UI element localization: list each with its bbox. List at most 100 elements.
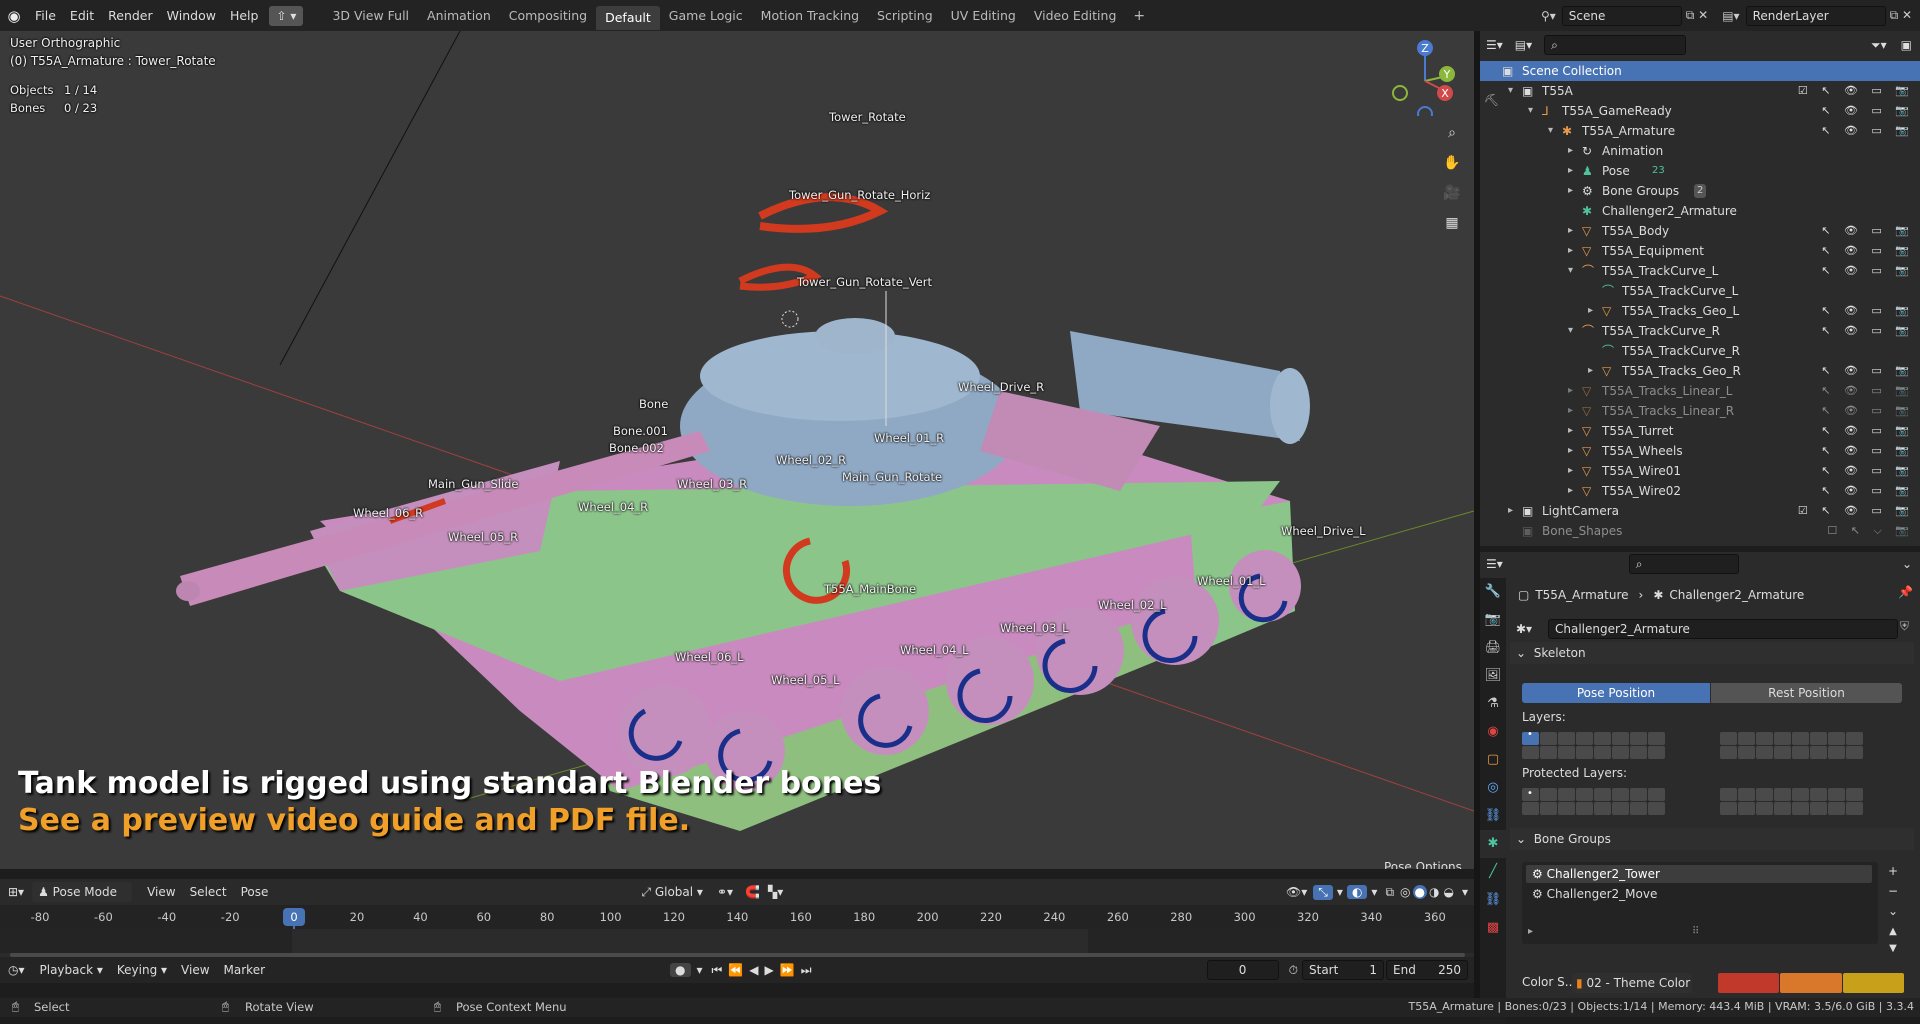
layer-cell[interactable] [1558, 802, 1575, 815]
armature-data-tab-icon[interactable]: ✱ [1480, 830, 1506, 858]
menu-file[interactable]: File [28, 0, 63, 31]
scene-icon[interactable]: ⚲▾ [1541, 9, 1556, 23]
gizmo-toggle-icon[interactable]: ⤡ [1313, 884, 1333, 900]
add-bone-group-button[interactable]: + [1884, 862, 1902, 880]
bone-label[interactable]: Bone.002 [609, 441, 664, 455]
fake-user-icon[interactable]: ⛨ [1900, 619, 1909, 634]
color-swatch[interactable] [1842, 973, 1904, 993]
texture-tab-icon[interactable]: ▩ [1480, 914, 1506, 942]
layer-cell[interactable] [1576, 732, 1593, 745]
layer-cell[interactable] [1522, 802, 1539, 815]
layer-cell[interactable]: • [1522, 729, 1539, 745]
new-view-layer-icon[interactable]: ⧉ ✕ [1890, 8, 1912, 23]
bone-label[interactable]: Wheel_02_L [1098, 598, 1167, 612]
bone-label[interactable]: Wheel_03_R [677, 477, 747, 491]
outliner-row[interactable]: ▸ ▽ T55A_Wire01 ↖ 👁 ▭ 📷 [1480, 461, 1920, 481]
visibility-toggles[interactable]: ↖ 👁 ▭ 📷 [1821, 321, 1914, 341]
bone-label[interactable]: Main_Gun_Slide [428, 477, 519, 491]
bone-label[interactable]: Wheel_03_L [1000, 621, 1069, 635]
menu-view[interactable]: View [140, 881, 182, 903]
skeleton-panel-header[interactable]: ⌄ Skeleton [1510, 642, 1914, 664]
bone-label[interactable]: Wheel_05_L [771, 673, 840, 687]
layer-cell[interactable] [1828, 802, 1845, 815]
outliner-row[interactable]: ▾ ⌒ T55A_TrackCurve_L ↖ 👁 ▭ 📷 [1480, 261, 1920, 281]
layer-cell[interactable] [1720, 802, 1737, 815]
visibility-toggles[interactable]: ↖ 👁 ▭ 📷 [1821, 441, 1914, 461]
layer-cell[interactable] [1594, 788, 1611, 801]
snap-target-icon[interactable]: ▚▾ [764, 885, 787, 899]
layer-cell[interactable] [1612, 732, 1629, 745]
outliner-row[interactable]: ▸ ▽ T55A_Tracks_Geo_L ↖ 👁 ▭ 📷 [1480, 301, 1920, 321]
collapsed-arrow-icon[interactable]: ▸ [1568, 381, 1573, 401]
current-frame-field[interactable]: 0 [1206, 960, 1279, 980]
layer-cell[interactable] [1540, 802, 1557, 815]
visibility-toggles[interactable]: ☑ ↖ 👁 ▭ 📷 [1798, 81, 1914, 101]
bone-label[interactable]: Wheel_Drive_L [1281, 524, 1366, 538]
shading-rendered-icon[interactable]: ◒ [1441, 885, 1455, 899]
scene-tab-icon[interactable]: ⚗ [1480, 690, 1506, 718]
layer-cell[interactable] [1738, 802, 1755, 815]
move-down-button[interactable]: ▼ [1884, 942, 1902, 956]
snap-icon[interactable]: 🧲 [741, 885, 764, 899]
view-layer-field[interactable]: RenderLayer [1745, 5, 1886, 26]
outliner-row[interactable]: ▸ ▣ LightCamera ☑ ↖ 👁 ▭ 📷 [1480, 501, 1920, 521]
mode-dropdown[interactable]: ♟ Pose Mode ▾ [32, 882, 133, 919]
collapsed-arrow-icon[interactable]: ▸ [1568, 401, 1573, 421]
layer-cell[interactable] [1648, 802, 1665, 815]
world-tab-icon[interactable]: ◉ [1480, 718, 1506, 746]
bone-group-specials-button[interactable]: ⌄ [1884, 902, 1902, 920]
start-frame-field[interactable]: Start 1 [1302, 960, 1384, 980]
list-resize-handle[interactable]: ⠿ [1692, 926, 1699, 937]
pose-options-button[interactable]: Pose Options ▾ [1380, 857, 1474, 869]
layers-grid-left[interactable]: • [1522, 729, 1665, 759]
bone-tab-icon[interactable]: ╱ [1480, 858, 1506, 886]
tab-default[interactable]: Default [596, 5, 660, 30]
outliner-row[interactable]: ▸ ▽ T55A_Body ↖ 👁 ▭ 📷 [1480, 221, 1920, 241]
bone-label[interactable]: Wheel_05_R [448, 530, 518, 544]
tab-video-editing[interactable]: Video Editing [1025, 0, 1126, 31]
collapsed-arrow-icon[interactable]: ▸ [1568, 221, 1573, 241]
layer-cell[interactable] [1738, 746, 1755, 759]
visibility-toggles[interactable]: ↖ 👁 ▭ 📷 [1821, 261, 1914, 281]
layer-cell[interactable] [1648, 746, 1665, 759]
layer-cell[interactable] [1720, 732, 1737, 745]
xray-icon[interactable]: ⧉ [1381, 885, 1398, 900]
layer-cell[interactable] [1810, 732, 1827, 745]
layer-cell[interactable] [1846, 802, 1863, 815]
timeline[interactable]: -80 -60 -40 -20 0 20 40 60 80 100 120 140 160 180 200 2… [0, 905, 1474, 983]
layer-cell[interactable] [1792, 732, 1809, 745]
layer-cell[interactable] [1630, 746, 1647, 759]
layer-cell[interactable] [1630, 732, 1647, 745]
pose-position-button[interactable]: Pose Position [1522, 683, 1710, 703]
visibility-toggles[interactable]: ↖ 👁 ▭ 📷 [1821, 301, 1914, 321]
visibility-toggles[interactable]: ↖ 👁 ▭ 📷 [1821, 461, 1914, 481]
outliner-row[interactable]: ▾ ✱ T55A_Armature ↖ 👁 ▭ 📷 [1480, 121, 1920, 141]
scene-name-field[interactable]: Scene [1561, 5, 1682, 26]
collapsed-arrow-icon[interactable]: ▸ [1568, 161, 1573, 181]
layer-cell[interactable] [1594, 802, 1611, 815]
visibility-toggles[interactable]: ↖ 👁 ▭ 📷 [1821, 401, 1914, 421]
visibility-toggles[interactable]: ☐ ↖ ⌵ 📷 [1827, 521, 1914, 541]
physics-tab-icon[interactable]: ◎ [1480, 774, 1506, 802]
layer-cell[interactable] [1612, 802, 1629, 815]
layer-cell[interactable] [1648, 732, 1665, 745]
layer-cell[interactable] [1828, 732, 1845, 745]
outliner-row[interactable]: ▸ ▽ T55A_Tracks_Linear_L ↖ 👁 ▭ 📷 [1480, 381, 1920, 401]
menu-keying[interactable]: Keying ▾ [110, 959, 174, 981]
visibility-toggles[interactable]: ↖ 👁 ▭ 📷 [1821, 241, 1914, 261]
bone-label[interactable]: Wheel_04_L [900, 643, 969, 657]
menu-render[interactable]: Render [101, 0, 160, 31]
visibility-toggles[interactable]: ↖ 👁 ▭ 📷 [1821, 121, 1914, 141]
collapsed-arrow-icon[interactable]: ▸ [1568, 441, 1573, 461]
layer-cell[interactable] [1846, 746, 1863, 759]
tab-scripting[interactable]: Scripting [868, 0, 942, 31]
layer-cell[interactable] [1576, 802, 1593, 815]
layer-cell[interactable] [1720, 746, 1737, 759]
outliner-editor-icon[interactable]: ☰▾ [1480, 38, 1509, 52]
blender-logo-icon[interactable]: ◉ [0, 7, 28, 25]
layer-cell[interactable] [1810, 746, 1827, 759]
view-layer-tab-icon[interactable]: 🖼 [1480, 662, 1506, 690]
pivot-icon[interactable]: ⚭▾ [709, 885, 741, 899]
menu-help[interactable]: Help [223, 0, 266, 31]
layer-cell[interactable] [1522, 746, 1539, 759]
